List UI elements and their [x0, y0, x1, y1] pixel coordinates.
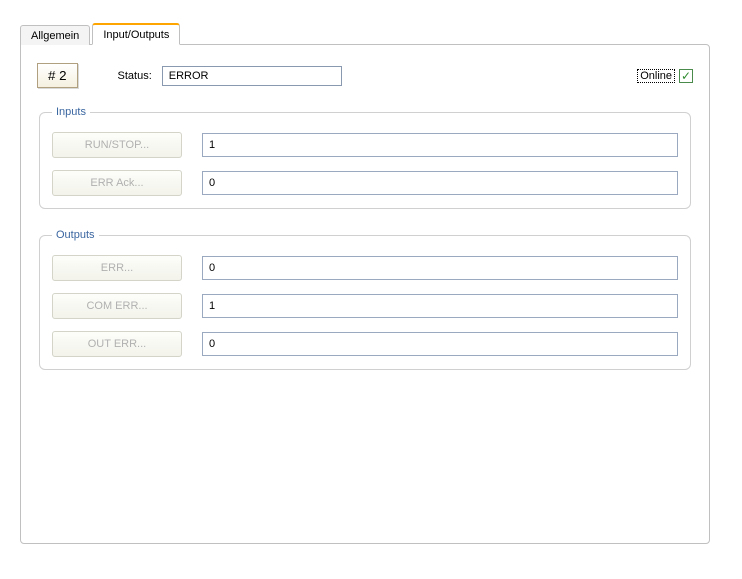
- online-checkbox[interactable]: ✓: [679, 69, 693, 83]
- status-label: Status:: [118, 70, 152, 82]
- tab-input-outputs[interactable]: Input/Outputs: [92, 23, 180, 45]
- outputs-legend: Outputs: [52, 229, 99, 241]
- err-button: ERR...: [52, 255, 182, 281]
- out-err-button: OUT ERR...: [52, 331, 182, 357]
- run-stop-value[interactable]: [202, 133, 678, 157]
- output-row: OUT ERR...: [52, 331, 678, 357]
- run-stop-button: RUN/STOP...: [52, 132, 182, 158]
- inputs-group: Inputs RUN/STOP... ERR Ack...: [39, 106, 691, 209]
- err-value[interactable]: [202, 256, 678, 280]
- tab-panel: # 2 Status: Online ✓ Inputs RUN/STOP... …: [20, 44, 710, 544]
- inputs-legend: Inputs: [52, 106, 90, 118]
- input-row: RUN/STOP...: [52, 132, 678, 158]
- com-err-button: COM ERR...: [52, 293, 182, 319]
- status-field[interactable]: [162, 66, 342, 86]
- output-row: COM ERR...: [52, 293, 678, 319]
- output-row: ERR...: [52, 255, 678, 281]
- outputs-group: Outputs ERR... COM ERR... OUT ERR...: [39, 229, 691, 370]
- online-group: Online ✓: [637, 69, 693, 83]
- err-ack-button: ERR Ack...: [52, 170, 182, 196]
- tab-bar: Allgemein Input/Outputs: [20, 20, 722, 44]
- number-button[interactable]: # 2: [37, 63, 78, 88]
- err-ack-value[interactable]: [202, 171, 678, 195]
- top-row: # 2 Status: Online ✓: [37, 63, 693, 88]
- tab-allgemein[interactable]: Allgemein: [20, 25, 90, 45]
- out-err-value[interactable]: [202, 332, 678, 356]
- check-icon: ✓: [681, 70, 691, 82]
- online-label: Online: [637, 69, 675, 83]
- com-err-value[interactable]: [202, 294, 678, 318]
- input-row: ERR Ack...: [52, 170, 678, 196]
